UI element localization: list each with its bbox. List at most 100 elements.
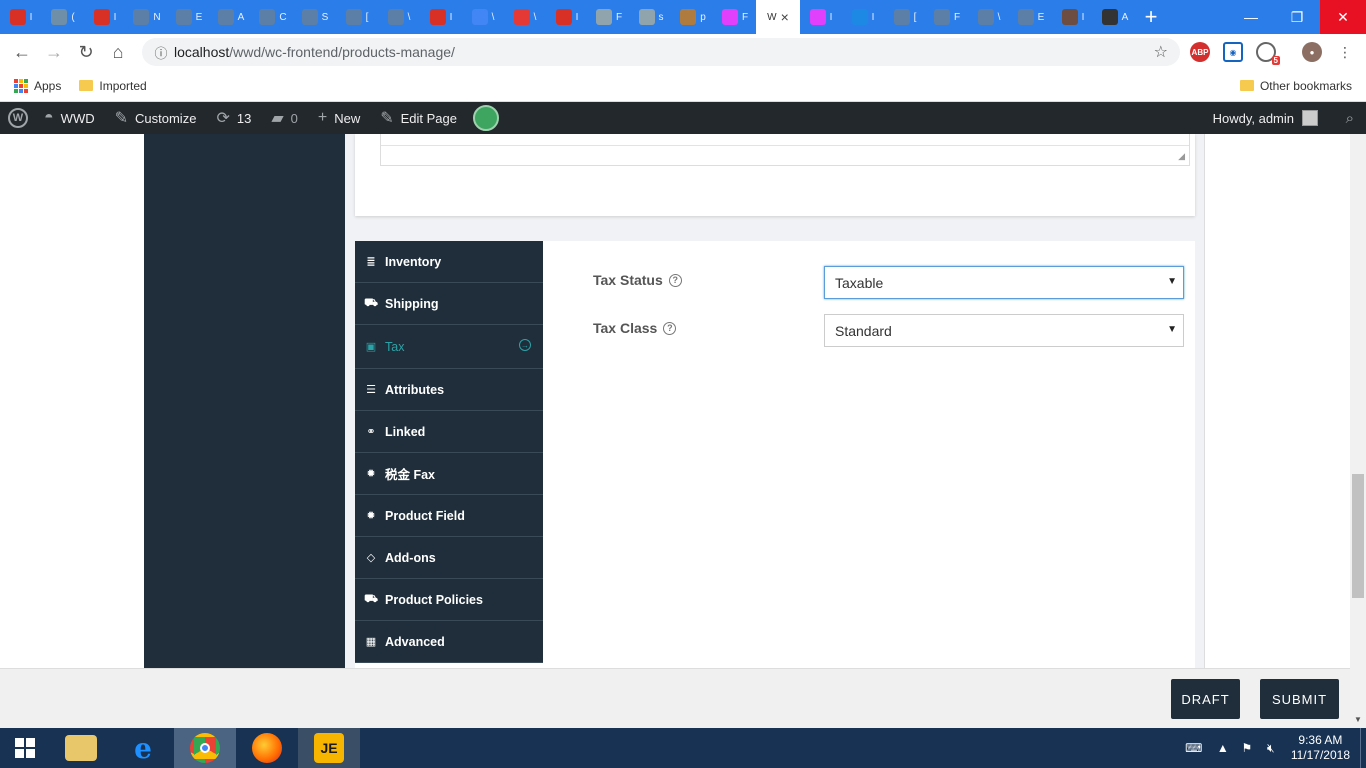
browser-tab[interactable]: I [546, 0, 588, 34]
help-icon[interactable]: ? [668, 273, 682, 287]
close-window-icon[interactable]: ✕ [1320, 0, 1366, 34]
browser-tab[interactable]: F [714, 0, 756, 34]
restore-icon[interactable]: ❐ [1274, 0, 1320, 34]
description-textarea[interactable]: ◢ [380, 134, 1190, 166]
bookmark-star-icon[interactable]: ☆ [1154, 42, 1168, 62]
search-icon[interactable]: ⌕ [1346, 110, 1354, 127]
browser-tab[interactable]: I [420, 0, 462, 34]
browser-tab[interactable]: S [294, 0, 336, 34]
home-icon[interactable]: ⌂ [102, 34, 134, 70]
browser-tab[interactable]: C [252, 0, 294, 34]
windows-taskbar: e JE ⌨ ▲ ⚑ 🔇︎ 9:36 AM 11/17/2018 [0, 728, 1366, 768]
keyboard-icon[interactable]: ⌨ [1177, 741, 1211, 755]
profile-icon[interactable]: ● [1302, 42, 1322, 62]
tab-advanced[interactable]: ▦ Advanced [355, 621, 543, 663]
volume-muted-icon[interactable]: 🔇︎ [1259, 741, 1283, 756]
taskbar-ie[interactable]: e [112, 728, 174, 768]
menu-item-label: Tax [385, 339, 405, 354]
extension-icon[interactable]: 5 [1256, 42, 1280, 65]
back-icon[interactable]: ← [6, 34, 38, 70]
chevron-up-icon[interactable]: ▲ [1211, 741, 1235, 755]
url-bar[interactable]: ⓘ localhost/wwd/wc-frontend/products-man… [142, 38, 1180, 66]
tax-class-row: Tax Class ? [593, 320, 677, 336]
scrollbar-track-bottom[interactable]: ▼ [1350, 668, 1366, 728]
bookmark-other[interactable]: Other bookmarks [1239, 79, 1352, 93]
resize-grip-icon[interactable]: ◢ [1178, 151, 1185, 162]
active-tab[interactable]: W × [756, 0, 800, 34]
minimize-icon[interactable]: — [1228, 0, 1274, 34]
menu-item-label: Linked [385, 424, 426, 439]
browser-tab[interactable]: I [800, 0, 842, 34]
tab-product-policies[interactable]: ⛟ Product Policies [355, 579, 543, 621]
scroll-down-icon[interactable]: ▼ [1354, 715, 1362, 724]
extension-badge: 5 [1271, 56, 1280, 65]
tab-tax[interactable]: ▣ Tax → [355, 325, 543, 369]
submit-button[interactable]: SUBMIT [1260, 679, 1339, 719]
browser-tab[interactable]: \ [504, 0, 546, 34]
bookmark-imported[interactable]: Imported [79, 79, 147, 93]
clock[interactable]: 9:36 AM 11/17/2018 [1291, 733, 1350, 763]
browser-tab[interactable]: A [210, 0, 252, 34]
tax-status-select[interactable]: Taxable ▼ [824, 266, 1184, 299]
start-button[interactable] [0, 728, 50, 768]
footer-action-bar: DRAFT SUBMIT [0, 668, 1350, 728]
wp-updates[interactable]: ⟳ 13 [206, 102, 261, 134]
tax-class-select[interactable]: Standard ▼ [824, 314, 1184, 347]
store-badge-icon[interactable] [473, 105, 499, 131]
wp-comments-count: 0 [290, 110, 298, 126]
browser-tab[interactable]: [ [336, 0, 378, 34]
browser-tab[interactable]: F [926, 0, 968, 34]
tab-add-ons[interactable]: ◇ Add-ons [355, 537, 543, 579]
tab-attributes[interactable]: ☰ Attributes [355, 369, 543, 411]
docs-icon [471, 9, 488, 25]
wp-customize-label: Customize [135, 110, 197, 126]
taskbar-firefox[interactable] [236, 728, 298, 768]
wp-site-menu[interactable]: ◓ WWD [34, 102, 105, 134]
taskbar-file-explorer[interactable] [50, 728, 112, 768]
reload-icon[interactable]: ↻ [70, 34, 102, 70]
browser-tab[interactable]: p [672, 0, 714, 34]
info-icon[interactable]: ⓘ [148, 43, 174, 62]
browser-tab[interactable]: s [630, 0, 672, 34]
browser-tab[interactable]: \ [378, 0, 420, 34]
screenshot-icon[interactable]: ◉ [1223, 42, 1243, 62]
description-card: ◢ [355, 134, 1195, 216]
tab-inventory[interactable]: ≣ Inventory [355, 241, 543, 283]
wp-customize[interactable]: ✎ Customize [105, 102, 207, 134]
draft-button[interactable]: DRAFT [1171, 679, 1240, 719]
bookmark-apps[interactable]: Apps [14, 78, 61, 93]
browser-tab[interactable]: I [0, 0, 42, 34]
browser-tab[interactable]: E [168, 0, 210, 34]
browser-tab[interactable]: I [84, 0, 126, 34]
tab-linked[interactable]: ⚭ Linked [355, 411, 543, 453]
browser-tab[interactable]: E [1010, 0, 1052, 34]
tab-product-field[interactable]: ✹ Product Field [355, 495, 543, 537]
browser-tab[interactable]: I [1052, 0, 1094, 34]
menu-kebab-icon[interactable]: ⋮ [1338, 44, 1352, 61]
taskbar-chrome[interactable] [174, 728, 236, 768]
new-tab-button[interactable]: + [1136, 0, 1166, 34]
browser-tab[interactable]: F [588, 0, 630, 34]
forward-icon[interactable]: → [38, 34, 70, 70]
tab-fax[interactable]: ✹ 税金 Fax [355, 453, 543, 495]
help-icon[interactable]: ? [663, 321, 677, 335]
scrollbar-thumb[interactable] [1352, 474, 1364, 598]
browser-tab[interactable]: A [1094, 0, 1136, 34]
network-icon[interactable]: ⚑ [1235, 741, 1259, 755]
wp-comments[interactable]: ▰ 0 [261, 102, 308, 134]
close-tab-icon[interactable]: × [781, 9, 789, 25]
browser-tab[interactable]: ( [42, 0, 84, 34]
browser-tab[interactable]: [ [884, 0, 926, 34]
taskbar-jetbrains[interactable]: JE [298, 728, 360, 768]
browser-tab[interactable]: I [842, 0, 884, 34]
browser-tab[interactable]: \ [462, 0, 504, 34]
wp-account-menu[interactable]: Howdy, admin [1213, 102, 1318, 134]
wp-new[interactable]: + New [308, 102, 370, 134]
browser-tab[interactable]: \ [968, 0, 1010, 34]
show-desktop[interactable] [1360, 728, 1366, 768]
browser-tab[interactable]: N [126, 0, 168, 34]
tab-shipping[interactable]: ⛟ Shipping [355, 283, 543, 325]
adblock-icon[interactable]: ABP [1190, 42, 1210, 62]
wp-edit-page[interactable]: ✎ Edit Page [370, 102, 467, 134]
wp-logo-menu[interactable]: W [0, 102, 34, 134]
